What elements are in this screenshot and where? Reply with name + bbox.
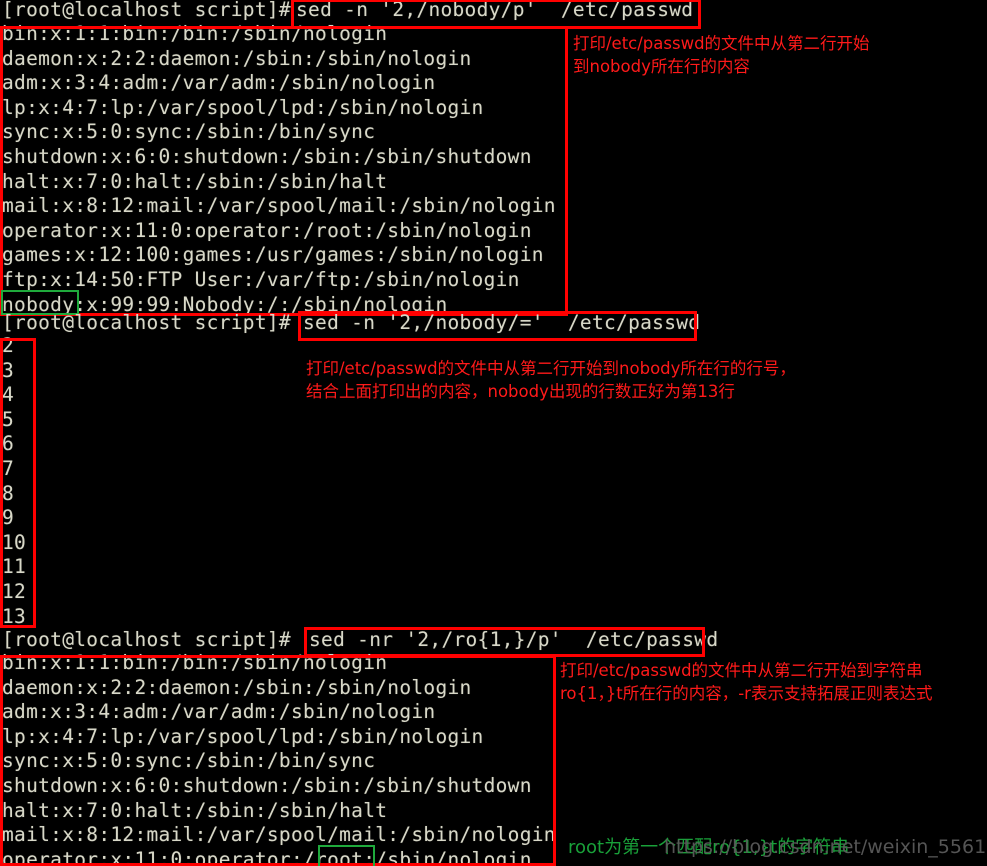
output-line: adm:x:3:4:adm:/var/adm:/sbin/nologin — [2, 700, 436, 724]
output-line: 11 — [2, 555, 27, 579]
output-line: adm:x:3:4:adm:/var/adm:/sbin/nologin — [2, 71, 436, 95]
output-line: daemon:x:2:2:daemon:/sbin:/sbin/nologin — [2, 675, 472, 699]
output-line: sync:x:5:0:sync:/sbin:/bin/sync — [2, 749, 376, 773]
output-line: 5 — [2, 407, 15, 431]
output-line: 8 — [2, 481, 15, 505]
command-text-3[interactable]: sed -nr '2,/ro{1,}/p' /etc/passwd — [309, 628, 718, 653]
output-line: halt:x:7:0:halt:/sbin:/sbin/halt — [2, 169, 388, 193]
output-line: mail:x:8:12:mail:/var/spool/mail:/sbin/n… — [2, 823, 556, 847]
annotation-note-3-line2: ro{1，}t所在行的内容，-r表示支持拓展正则表达式 — [560, 684, 933, 703]
output-line: games:x:12:100:games:/usr/games:/sbin/no… — [2, 243, 544, 267]
prompt-text-3: [root@localhost script]# — [2, 628, 291, 651]
output-line: 3 — [2, 358, 15, 382]
output-line: shutdown:x:6:0:shutdown:/sbin:/sbin/shut… — [2, 145, 532, 168]
annotation-note-3-line1: 打印/etc/passwd的文件中从第二行开始到字符串 — [560, 661, 923, 680]
prompt-text-2: [root@localhost script]# — [2, 311, 291, 334]
output-line: bin:x:1:1:bin:/bin:/sbin/nologin — [2, 651, 388, 674]
annotation-note-1-line2: 到nobody所在行的内容 — [573, 57, 750, 76]
prompt-text-1: [root@localhost script]# — [2, 0, 291, 21]
output-line: 4 — [2, 383, 15, 407]
terminal-screenshot: sed -n '2,/nobody/p' /etc/passwd[root@lo… — [0, 0, 987, 866]
output-line: 10 — [2, 530, 27, 554]
output-line: 7 — [2, 457, 15, 480]
output-line: 2 — [2, 334, 15, 357]
output-line: lp:x:4:7:lp:/var/spool/lpd:/sbin/nologin — [2, 95, 484, 119]
output-line: bin:x:1:1:bin:/bin:/sbin/nologin — [2, 22, 388, 45]
output-line: 12 — [2, 580, 27, 603]
output-line: 6 — [2, 432, 15, 456]
output-line: halt:x:7:0:halt:/sbin:/sbin/halt — [2, 798, 388, 822]
prompt-line-1: sed -n '2,/nobody/p' /etc/passwd[root@lo… — [2, 0, 291, 23]
output-line: daemon:x:2:2:daemon:/sbin:/sbin/nologin — [2, 46, 472, 70]
output-line: shutdown:x:6:0:shutdown:/sbin:/sbin/shut… — [2, 774, 532, 797]
command-text-2[interactable]: sed -n '2,/nobody/=' /etc/passwd — [303, 311, 700, 336]
output-line: 13 — [2, 604, 27, 628]
output-line: 9 — [2, 506, 15, 530]
command-text-1[interactable]: sed -n '2,/nobody/p' /etc/passwd — [296, 0, 693, 23]
annotation-note-2-line1: 打印/etc/passwd的文件中从第二行开始到nobody所在行的行号， — [306, 359, 796, 378]
annotation-note-1-line1: 打印/etc/passwd的文件中从第二行开始 — [573, 34, 870, 53]
output-line: mail:x:8:12:mail:/var/spool/mail:/sbin/n… — [2, 194, 556, 218]
output-line: operator:x:11:0:operator:/root:/sbin/nol… — [2, 218, 532, 242]
output-line: sync:x:5:0:sync:/sbin:/bin/sync — [2, 120, 376, 144]
annotation-note-2-line2: 结合上面打印出的内容，nobody出现的行数正好为第13行 — [306, 382, 735, 401]
output-line: operator:x:11:0:operator:/root:/sbin/nol… — [2, 847, 532, 866]
watermark-text: https://blog.csdn.net/weixin_55611216 — [664, 836, 987, 858]
output-line: lp:x:4:7:lp:/var/spool/lpd:/sbin/nologin — [2, 724, 484, 748]
output-line: ftp:x:14:50:FTP User:/var/ftp:/sbin/nolo… — [2, 268, 520, 291]
